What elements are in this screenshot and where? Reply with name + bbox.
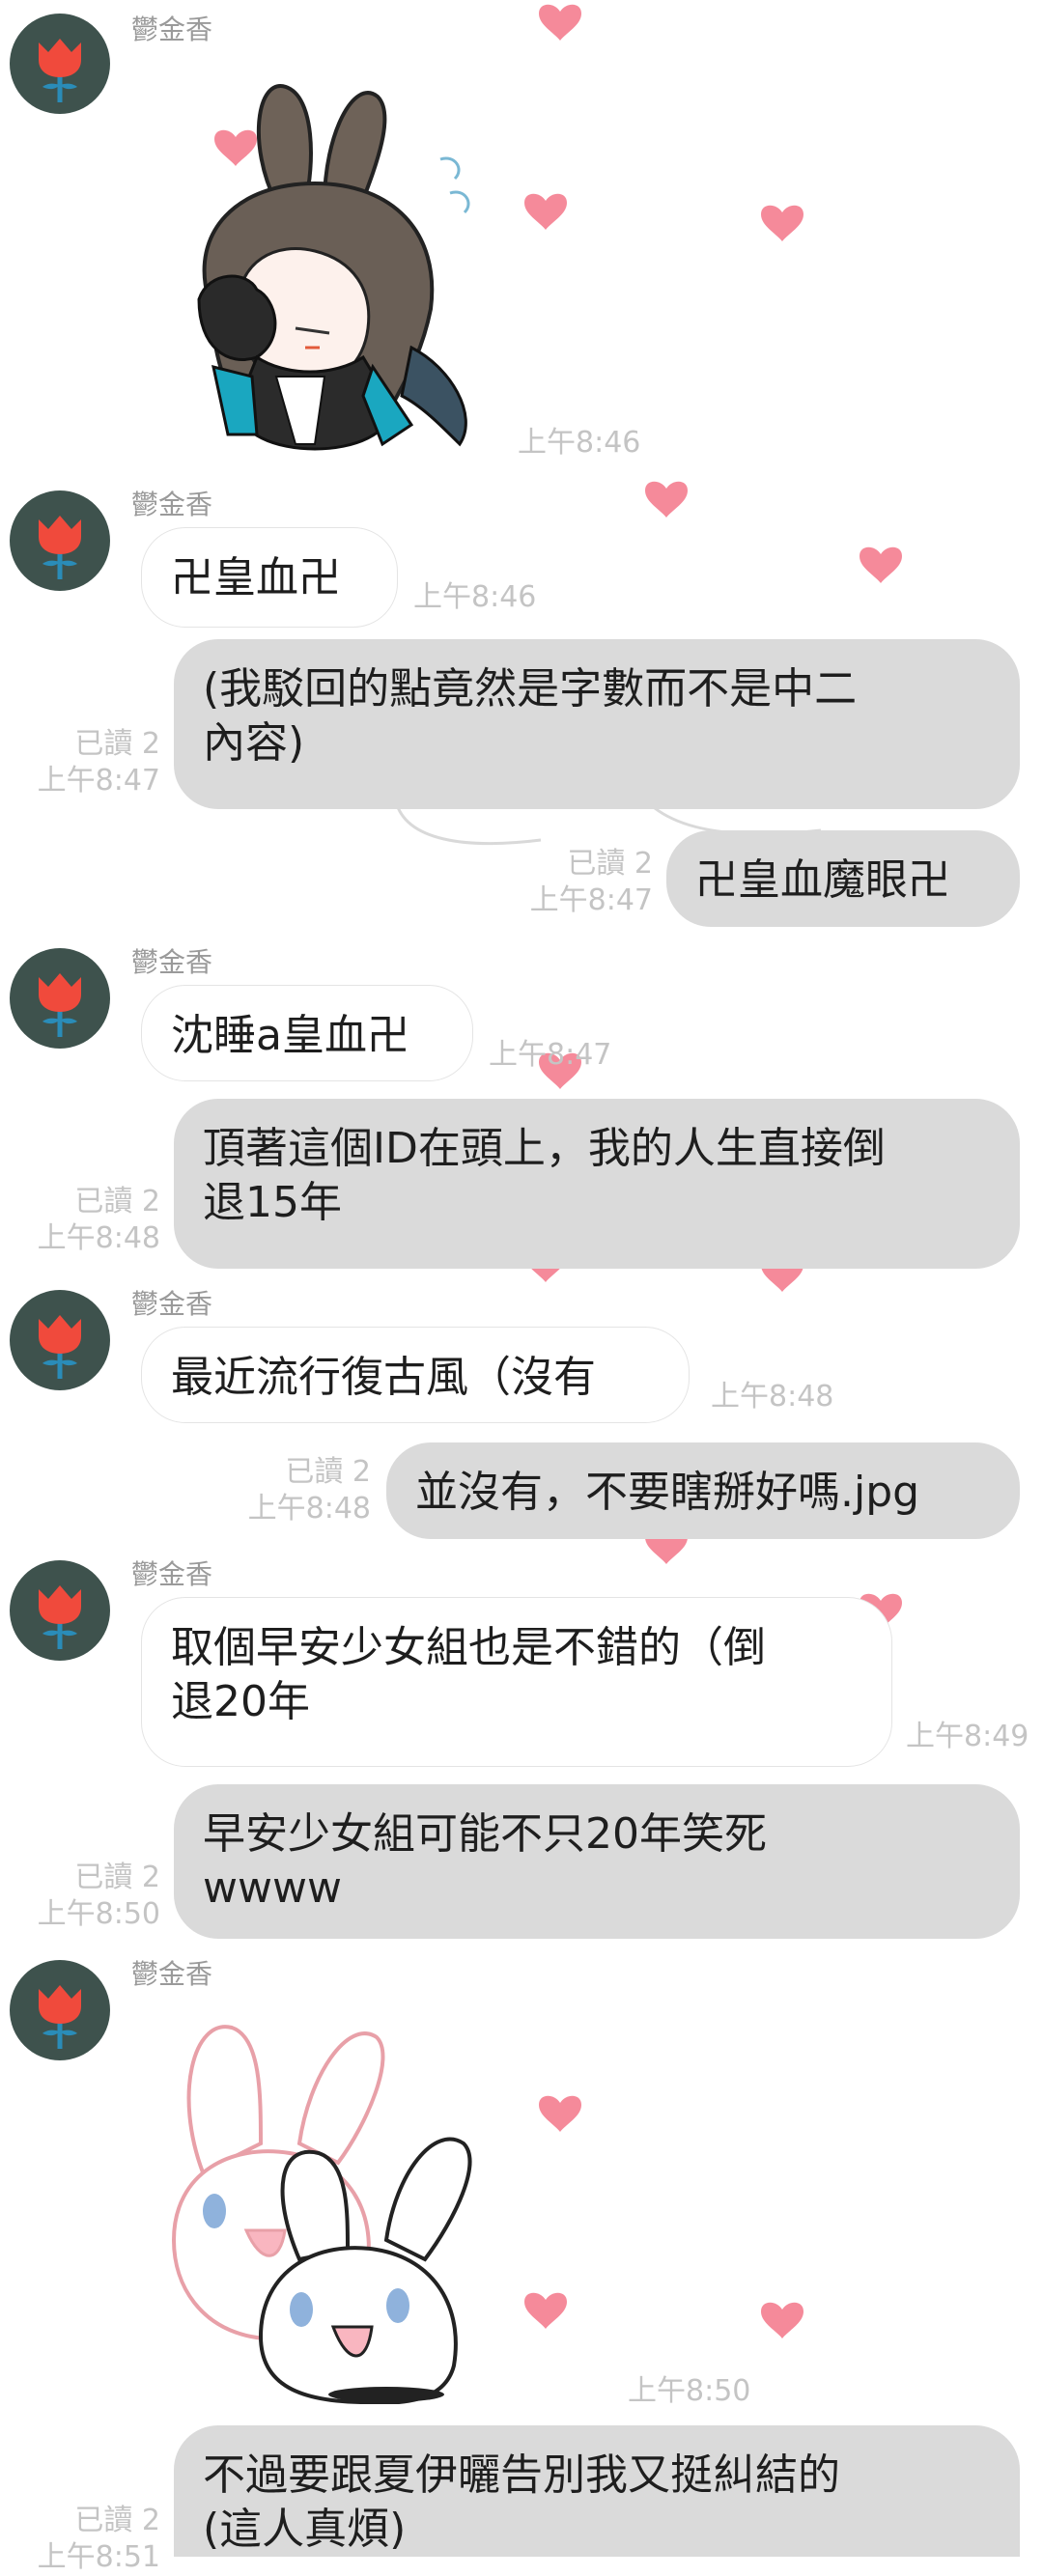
message-time: 上午8:51 xyxy=(37,2540,160,2574)
incoming-message[interactable]: 沈睡a皇血卍 xyxy=(141,985,473,1081)
incoming-message[interactable]: 取個早安少女組也是不錯的（倒 退20年 xyxy=(141,1597,892,1767)
tulip-icon xyxy=(39,1585,81,1649)
read-status: 已讀 2 上午8:50 xyxy=(19,1860,160,1933)
message-time: 上午8:47 xyxy=(529,883,653,917)
read-label: 已讀 2 xyxy=(74,1185,160,1218)
outgoing-message[interactable]: (我駁回的點竟然是字數而不是中二 內容) xyxy=(174,639,1020,809)
read-status: 已讀 2 上午8:48 xyxy=(19,1184,160,1257)
sender-name: 鬱金香 xyxy=(131,489,213,520)
incoming-message[interactable]: 卍皇血卍 xyxy=(141,527,398,628)
message-time: 上午8:46 xyxy=(413,580,537,614)
read-label: 已讀 2 xyxy=(74,727,160,761)
outgoing-message[interactable]: 並沒有，不要瞎掰好嗎.jpg xyxy=(386,1442,1020,1539)
read-status: 已讀 2 上午8:47 xyxy=(502,846,653,919)
sender-name: 鬱金香 xyxy=(131,1558,213,1590)
avatar[interactable] xyxy=(10,1290,110,1390)
tulip-icon xyxy=(39,516,81,579)
message-time: 上午8:50 xyxy=(628,2374,751,2408)
outgoing-message[interactable]: 不過要跟夏伊曬告別我又挺糾結的 (這人真煩) xyxy=(174,2425,1020,2557)
message-time: 上午8:49 xyxy=(906,1720,1029,1753)
message-time: 上午8:48 xyxy=(247,1492,371,1526)
message-time: 上午8:47 xyxy=(489,1038,612,1072)
outgoing-message[interactable]: 早安少女組可能不只20年笑死 wwww xyxy=(174,1784,1020,1939)
read-status: 已讀 2 上午8:48 xyxy=(226,1454,371,1527)
sender-name: 鬱金香 xyxy=(131,14,213,45)
outgoing-message[interactable]: 卍皇血魔眼卍 xyxy=(666,830,1020,927)
sender-name: 鬱金香 xyxy=(131,946,213,978)
message-time: 上午8:48 xyxy=(37,1221,160,1255)
avatar[interactable] xyxy=(10,490,110,591)
tulip-icon xyxy=(39,973,81,1037)
tulip-icon xyxy=(39,39,81,102)
two-white-bunnies-sticker[interactable] xyxy=(155,1999,560,2405)
message-time: 上午8:50 xyxy=(37,1897,160,1931)
avatar[interactable] xyxy=(10,1560,110,1661)
avatar[interactable] xyxy=(10,1960,110,2060)
avatar[interactable] xyxy=(10,948,110,1049)
read-label: 已讀 2 xyxy=(285,1455,371,1489)
message-time: 上午8:48 xyxy=(711,1380,834,1414)
read-status: 已讀 2 上午8:47 xyxy=(19,726,160,799)
message-time: 上午8:46 xyxy=(518,426,641,460)
outgoing-message[interactable]: 頂著這個ID在頭上，我的人生直接倒 退15年 xyxy=(174,1099,1020,1269)
sender-name: 鬱金香 xyxy=(131,1958,213,1990)
avatar[interactable] xyxy=(10,14,110,114)
bunny-ear-girl-facepalm-sticker[interactable] xyxy=(131,58,498,463)
message-time: 上午8:47 xyxy=(37,764,160,798)
read-label: 已讀 2 xyxy=(74,1861,160,1894)
tulip-icon xyxy=(39,1985,81,2049)
read-label: 已讀 2 xyxy=(567,847,653,881)
read-label: 已讀 2 xyxy=(74,2504,160,2537)
sender-name: 鬱金香 xyxy=(131,1288,213,1320)
read-status: 已讀 2 上午8:51 xyxy=(19,2503,160,2576)
tulip-icon xyxy=(39,1315,81,1379)
incoming-message[interactable]: 最近流行復古風（沒有 xyxy=(141,1327,690,1423)
